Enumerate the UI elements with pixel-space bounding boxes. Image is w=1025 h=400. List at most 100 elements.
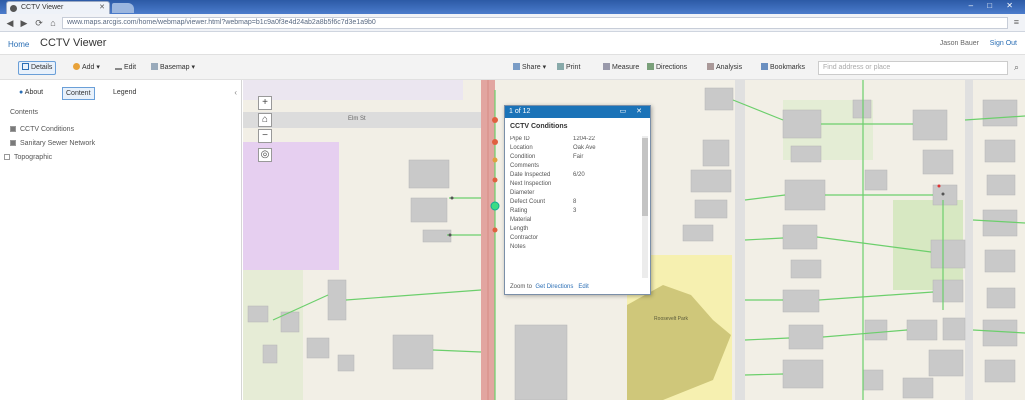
home-link[interactable]: Home — [8, 40, 29, 49]
manhole — [448, 233, 452, 237]
browser-titlebar: CCTV Viewer ✕ – □ ✕ — [0, 0, 1025, 14]
address-bar-row: ◀ ▶ ⟳ ⌂ www.maps.arcgis.com/home/webmap/… — [0, 14, 1025, 32]
sewer-pipe — [345, 289, 482, 301]
forward-icon[interactable]: ▶ — [18, 17, 30, 29]
building — [682, 224, 714, 242]
building — [986, 174, 1016, 196]
map-view[interactable]: Elm St Roosevelt Park + ⌂ − ◎ 1 of 12 ▭ … — [243, 80, 1025, 400]
search-icon[interactable]: ⌕ — [1014, 62, 1019, 73]
get-directions-link[interactable]: Get Directions — [535, 284, 573, 290]
zoom-in-button[interactable]: + — [258, 96, 272, 110]
attribute-value: Fair — [573, 154, 584, 160]
marker — [492, 157, 498, 163]
attribute-label: Material — [510, 217, 532, 223]
building — [864, 169, 888, 191]
print-button[interactable]: Print — [554, 61, 583, 75]
find-input[interactable]: Find address or place — [818, 61, 1008, 75]
window-controls[interactable]: – □ ✕ — [969, 1, 1019, 10]
share-icon — [513, 63, 520, 70]
building — [930, 239, 966, 269]
details-button[interactable]: Details — [18, 61, 57, 75]
marker — [492, 117, 498, 123]
popup-header: 1 of 12 ▭ ✕ — [505, 106, 650, 118]
browser-menu-icon[interactable]: ≡ — [1014, 17, 1019, 27]
building — [984, 139, 1016, 163]
attribute-value: 3 — [573, 208, 577, 214]
attribute-label: Condition — [510, 154, 536, 160]
building — [392, 334, 434, 370]
popup-attribute-row: Condition Fair — [505, 154, 642, 163]
refresh-icon[interactable]: ⟳ — [33, 17, 45, 29]
tab-legend[interactable]: Legend — [110, 87, 139, 100]
layer-checkbox[interactable] — [10, 126, 16, 132]
basemap-button[interactable]: Basemap ▾ — [148, 61, 198, 75]
back-icon[interactable]: ◀ — [4, 17, 16, 29]
green-area — [243, 270, 303, 400]
attribute-label: Notes — [510, 244, 526, 250]
building — [337, 354, 355, 372]
share-button[interactable]: Share ▾ — [510, 61, 549, 75]
measure-button[interactable]: Measure — [600, 61, 642, 75]
selected-marker — [490, 201, 500, 211]
popup-attribute-row: Location Oak Ave — [505, 145, 642, 154]
building — [982, 99, 1018, 127]
edit-button[interactable]: Edit — [112, 61, 139, 75]
tab-content[interactable]: Content — [62, 87, 95, 100]
add-button[interactable]: Add ▾ — [70, 61, 103, 75]
popup-edit-link[interactable]: Edit — [578, 284, 588, 290]
home-extent-button[interactable]: ⌂ — [258, 113, 272, 127]
collapse-panel-icon[interactable]: ‹ — [234, 88, 237, 97]
home-icon[interactable]: ⌂ — [47, 17, 59, 29]
building — [782, 359, 824, 389]
attribute-label: Diameter — [510, 190, 535, 196]
contents-heading: Contents — [10, 109, 39, 116]
bookmarks-button[interactable]: Bookmarks — [758, 61, 808, 75]
layer-cctv-conditions[interactable]: CCTV Conditions — [10, 126, 74, 133]
layer-sanitary-sewer[interactable]: Sanitary Sewer Network — [10, 140, 95, 147]
locate-button[interactable]: ◎ — [258, 148, 272, 162]
sewer-pipe — [744, 373, 784, 376]
close-tab-icon[interactable]: ✕ — [99, 2, 105, 14]
measure-icon — [603, 63, 610, 70]
zoom-to-link[interactable]: Zoom to — [510, 284, 532, 290]
url-input[interactable]: www.maps.arcgis.com/home/webmap/viewer.h… — [62, 17, 1008, 29]
layer-checkbox[interactable] — [10, 140, 16, 146]
user-name[interactable]: Jason Bauer — [940, 40, 979, 47]
tab-about[interactable]: ● About — [16, 87, 46, 100]
zoom-out-button[interactable]: − — [258, 129, 272, 143]
map-toolbar: Details Add ▾ Edit Basemap ▾ Share ▾ Pri… — [0, 54, 1025, 80]
attribute-value: 1204-22 — [573, 136, 596, 142]
building — [782, 289, 820, 313]
popup-controls[interactable]: ▭ ✕ — [620, 106, 646, 118]
edit-icon — [115, 63, 122, 70]
building — [788, 324, 824, 350]
building — [410, 197, 448, 223]
building — [422, 229, 452, 243]
sign-out-link[interactable]: Sign Out — [990, 40, 1017, 47]
contents-panel: ● About Content Legend ‹ Contents CCTV C… — [0, 80, 242, 400]
popup-body: Pipe ID 1204-22 Location Oak Ave Condition Fa… — [505, 136, 642, 276]
directions-icon — [647, 63, 654, 70]
building — [782, 224, 818, 250]
building — [790, 259, 822, 279]
basemap-icon — [151, 63, 158, 70]
tab-title: CCTV Viewer — [21, 4, 64, 11]
browser-tab[interactable]: CCTV Viewer ✕ — [6, 1, 110, 14]
popup-scrollbar[interactable] — [642, 136, 648, 278]
layer-topographic[interactable]: Topographic — [4, 154, 52, 161]
attribute-label: Date Inspected — [510, 172, 551, 178]
new-tab-button[interactable] — [112, 3, 134, 13]
sewer-pipe — [744, 337, 790, 341]
print-icon — [557, 63, 564, 70]
feature-popup[interactable]: 1 of 12 ▭ ✕ CCTV Conditions Pipe ID 1204-… — [504, 105, 651, 295]
sewer-pipe — [818, 291, 934, 301]
details-icon — [22, 63, 29, 70]
street — [965, 80, 973, 400]
directions-button[interactable]: Directions — [644, 61, 690, 75]
building — [306, 337, 330, 359]
layer-checkbox[interactable] — [4, 154, 10, 160]
building — [782, 109, 822, 139]
analysis-button[interactable]: Analysis — [704, 61, 745, 75]
scrollbar-thumb[interactable] — [642, 138, 648, 216]
popup-counter: 1 of 12 — [509, 108, 531, 115]
